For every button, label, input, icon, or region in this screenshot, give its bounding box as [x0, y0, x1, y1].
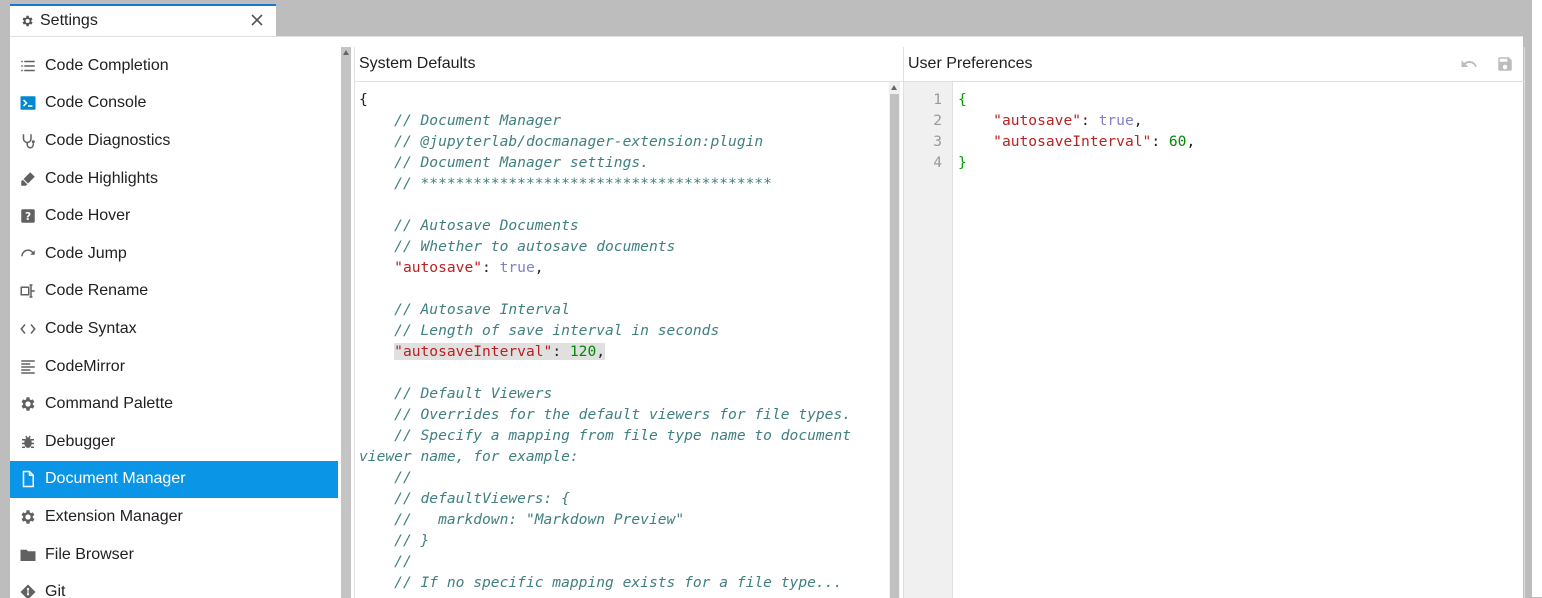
- line-number: 3: [933, 133, 942, 150]
- sidebar-item-label: File Browser: [45, 545, 134, 563]
- line-number: 4: [933, 154, 942, 171]
- gear-icon: [20, 14, 34, 28]
- system-defaults-code: { // Document Manager // @jupyterlab/doc…: [359, 89, 887, 598]
- user-preferences-panel: User Preferences 1 2 3 4 { "autosave": true…: [903, 47, 1525, 598]
- code-line: "autosaveInterval": 60,: [993, 133, 1196, 150]
- sidebar-item-label: CodeMirror: [45, 357, 126, 375]
- code-line: "autosave": true,: [993, 112, 1143, 129]
- code-line: "autosaveInterval": 120,: [394, 343, 606, 360]
- text-lines-icon: [19, 358, 37, 376]
- code-line: // defaultViewers: {: [394, 490, 570, 507]
- code-line: ​: [359, 362, 887, 383]
- code-line: //: [394, 469, 412, 486]
- close-icon[interactable]: [248, 11, 266, 29]
- sidebar-item-label: Code Hover: [45, 207, 131, 225]
- sidebar-item-label: Debugger: [45, 432, 116, 450]
- line-number: 2: [933, 112, 942, 129]
- code-line: ​: [359, 194, 887, 215]
- code-line: "autosave": true,: [394, 259, 544, 276]
- sidebar-item-code-highlights[interactable]: Code Highlights: [10, 160, 338, 198]
- sidebar-item-label: Code Completion: [45, 56, 169, 74]
- sidebar-item-codemirror[interactable]: CodeMirror: [10, 348, 338, 386]
- code-line: // Specify a mapping from file type name…: [359, 427, 860, 465]
- code-line: // *************************************…: [394, 175, 772, 192]
- tab-title: Settings: [40, 12, 98, 29]
- system-defaults-title: System Defaults: [359, 55, 476, 72]
- svg-text:?: ?: [25, 211, 31, 223]
- question-icon: ?: [19, 207, 37, 225]
- console-icon: [19, 94, 37, 112]
- gear-icon: [19, 508, 37, 526]
- sidebar-item-file-browser[interactable]: File Browser: [10, 536, 338, 574]
- sidebar-item-label: Code Console: [45, 94, 147, 112]
- code-line: {: [359, 91, 368, 108]
- list-icon: [19, 57, 37, 75]
- code-line: {: [958, 91, 967, 108]
- user-preferences-title: User Preferences: [908, 55, 1033, 72]
- sidebar-item-label: Code Rename: [45, 282, 149, 300]
- code-line: // Length of save interval in seconds: [394, 322, 720, 339]
- code-line: }: [958, 154, 967, 171]
- code-line: // If no specific mapping exists for a f…: [394, 574, 843, 591]
- code-line: // Document Manager settings.: [394, 154, 649, 171]
- code-line: // Autosave Documents: [394, 217, 579, 234]
- sidebar-item-code-jump[interactable]: Code Jump: [10, 235, 338, 273]
- sidebar-item-label: Code Highlights: [45, 169, 158, 187]
- sidebar-scrollbar[interactable]: [341, 47, 351, 598]
- code-line: ​: [359, 278, 887, 299]
- code-syntax-icon: [19, 320, 37, 338]
- gear-icon: [19, 395, 37, 413]
- tab-settings[interactable]: Settings: [10, 4, 276, 36]
- sidebar-item-document-manager[interactable]: Document Manager: [10, 460, 338, 499]
- sidebar-item-code-console[interactable]: Code Console: [10, 85, 338, 123]
- settings-plugin-list: Code Completion Code Console Code Diagnost…: [10, 47, 338, 598]
- code-line: // Whether to autosave documents: [394, 238, 676, 255]
- sidebar-item-extension-manager[interactable]: Extension Manager: [10, 498, 338, 536]
- sidebar-item-label: Document Manager: [45, 470, 186, 488]
- highlighter-icon: [19, 170, 37, 188]
- code-line: // Document Manager: [394, 112, 562, 129]
- code-line: // Autosave Interval: [394, 301, 570, 318]
- sidebar-item-label: Command Palette: [45, 395, 174, 413]
- sidebar-item-label: Code Jump: [45, 244, 127, 262]
- sidebar-item-code-rename[interactable]: Code Rename: [10, 273, 338, 311]
- sidebar-item-code-hover[interactable]: ? Code Hover: [10, 197, 338, 235]
- sidebar-item-label: Extension Manager: [45, 507, 183, 525]
- line-number: 1: [933, 91, 942, 108]
- sidebar-item-code-diagnostics[interactable]: Code Diagnostics: [10, 122, 338, 160]
- sidebar-item-debugger[interactable]: Debugger: [10, 423, 338, 461]
- jump-arrow-icon: [19, 245, 37, 263]
- save-icon[interactable]: [1496, 55, 1514, 73]
- sidebar-item-git[interactable]: Git: [10, 573, 338, 598]
- stethoscope-icon: [19, 132, 37, 150]
- sidebar-item-code-completion[interactable]: Code Completion: [10, 47, 338, 85]
- code-line: // Overrides for the default viewers for…: [394, 406, 852, 423]
- undo-icon[interactable]: [1460, 55, 1478, 73]
- rename-icon: [19, 282, 37, 300]
- bug-icon: [19, 433, 37, 451]
- code-line: // markdown: "Markdown Preview": [394, 511, 685, 528]
- sidebar-item-code-syntax[interactable]: Code Syntax: [10, 310, 338, 348]
- system-defaults-header: System Defaults: [355, 47, 904, 82]
- sidebar-item-label: Code Syntax: [45, 319, 137, 337]
- window-edge: [1532, 0, 1542, 597]
- settings-editor: Code Completion Code Console Code Diagnost…: [10, 36, 1525, 598]
- folder-icon: [19, 546, 37, 564]
- sidebar-item-command-palette[interactable]: Command Palette: [10, 385, 338, 423]
- system-defaults-scrollbar[interactable]: [889, 82, 900, 598]
- sidebar-item-label: Git: [45, 583, 66, 598]
- code-line: // @jupyterlab/docmanager-extension:plug…: [394, 133, 764, 150]
- document-icon: [19, 470, 37, 488]
- user-preferences-header: User Preferences: [904, 47, 1524, 82]
- line-number-gutter: 1 2 3 4: [904, 82, 953, 598]
- user-preferences-editor[interactable]: { "autosave": true, "autosaveInterval": …: [958, 89, 1195, 173]
- git-icon: [19, 583, 37, 598]
- code-line: // }: [394, 532, 430, 549]
- sidebar-item-label: Code Diagnostics: [45, 131, 171, 149]
- system-defaults-panel: System Defaults { // Document Manager //…: [354, 47, 904, 598]
- tab-bar: Settings: [0, 0, 1532, 36]
- code-line: // Default Viewers: [394, 385, 553, 402]
- code-line: //: [394, 553, 412, 570]
